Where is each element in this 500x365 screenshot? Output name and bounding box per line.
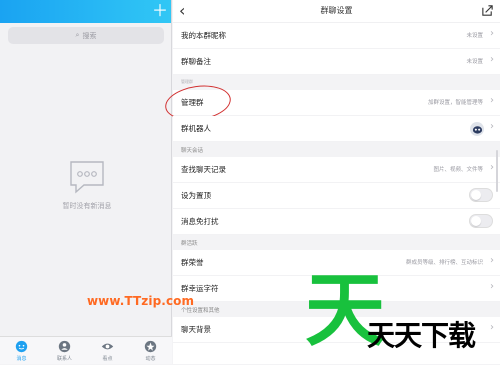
settings-row[interactable]: 群聊备注 未设置 › (173, 49, 500, 75)
search-icon: ⌕ (75, 31, 80, 39)
settings-row[interactable]: 我的本群昵称 未设置 › (173, 23, 500, 49)
empty-state: 暂时没有新消息 (51, 158, 123, 211)
row-label: 群荣誉 (181, 258, 204, 267)
nav-label: 联系人 (56, 355, 72, 362)
nav-watch[interactable]: 看点 (93, 337, 123, 365)
watermark-brand: 天天下载 (367, 319, 476, 352)
row-label: 群机器人 (181, 124, 211, 133)
share-icon[interactable] (481, 4, 494, 17)
star-icon (144, 340, 157, 352)
row-label: 消息免打扰 (181, 217, 219, 226)
bottom-nav: 消息 联系人 看点 动态 (0, 336, 172, 364)
row-value: 图片、视频、文件等 (433, 167, 483, 173)
section-active: 群活跃 (173, 235, 500, 250)
settings-row[interactable]: 查找聊天记录 图片、视频、文件等 › (173, 157, 500, 183)
row-value: 未设置 (466, 59, 483, 65)
nav-label: 消息 (16, 355, 27, 362)
chevron-right-icon: › (490, 54, 494, 65)
row-label: 设为置顶 (181, 191, 211, 200)
search-bar[interactable]: ⌕ 搜索 (8, 27, 164, 44)
mute-row: 消息免打扰 (173, 209, 500, 235)
row-label: 群聊备注 (181, 57, 211, 66)
manage-group-row[interactable]: 管理群 加群设置，智能管理等 › (162, 81, 500, 125)
nav-label: 动态 (145, 355, 156, 362)
settings-row[interactable]: 群幸运字符 › (173, 276, 500, 302)
chevron-right-icon: › (490, 162, 494, 173)
group-settings-panel: ‹ 群聊设置 我的本群昵称 未设置 › 群聊备注 未设置 › 管理群 管理群 加… (162, 0, 500, 364)
pin-row: 设为置顶 (173, 183, 500, 209)
contacts-icon (58, 340, 71, 352)
left-panel: ＋ ⌕ 搜索 暂时没有新消息 消息 联系人 看点 动态 (0, 0, 172, 364)
row-label: 我的本群昵称 (181, 31, 226, 40)
search-placeholder: 搜索 (82, 31, 97, 40)
chevron-right-icon: › (490, 322, 494, 333)
nav-contacts[interactable]: 联系人 (50, 337, 80, 365)
row-label: 查找聊天记录 (181, 165, 226, 174)
nav-messages[interactable]: 消息 (7, 337, 37, 365)
section-chat: 聊天会话 (173, 142, 500, 157)
group-robot-row[interactable]: 群机器人 › (173, 116, 500, 142)
chevron-right-icon: › (490, 121, 494, 132)
nav-label: 看点 (102, 355, 113, 362)
nav-moments[interactable]: 动态 (136, 337, 166, 365)
chevron-right-icon: › (490, 28, 494, 39)
row-label: 聊天背景 (181, 325, 211, 334)
settings-row[interactable]: 群荣誉 群成员等级、排行榜、互动标识 › (173, 250, 500, 276)
chat-bubble-icon (68, 158, 106, 196)
plus-icon[interactable]: ＋ (152, 0, 168, 22)
chevron-right-icon: › (490, 281, 494, 292)
robot-icon (470, 122, 484, 136)
empty-message: 暂时没有新消息 (62, 202, 112, 210)
row-value: 未设置 (466, 33, 483, 39)
section-manage: 管理群 (173, 75, 500, 90)
row-label: 群幸运字符 (181, 284, 219, 293)
watermark-url: www.TTzip.com (87, 294, 195, 308)
message-icon (15, 340, 28, 352)
section-personal: 个性设置和其他 (173, 302, 500, 317)
right-header: ‹ 群聊设置 (173, 0, 500, 23)
pin-toggle[interactable] (469, 188, 493, 202)
row-value: 群成员等级、排行榜、互动标识 (405, 260, 483, 266)
row-value: 加群设置，智能管理等 (427, 100, 483, 106)
chevron-right-icon: › (490, 255, 494, 266)
page-title: 群聊设置 (320, 6, 353, 15)
mute-toggle[interactable] (469, 214, 493, 228)
eye-icon (101, 343, 114, 349)
scrollbar[interactable] (496, 150, 498, 192)
left-header: ＋ (0, 0, 171, 23)
chevron-right-icon: › (490, 95, 494, 106)
